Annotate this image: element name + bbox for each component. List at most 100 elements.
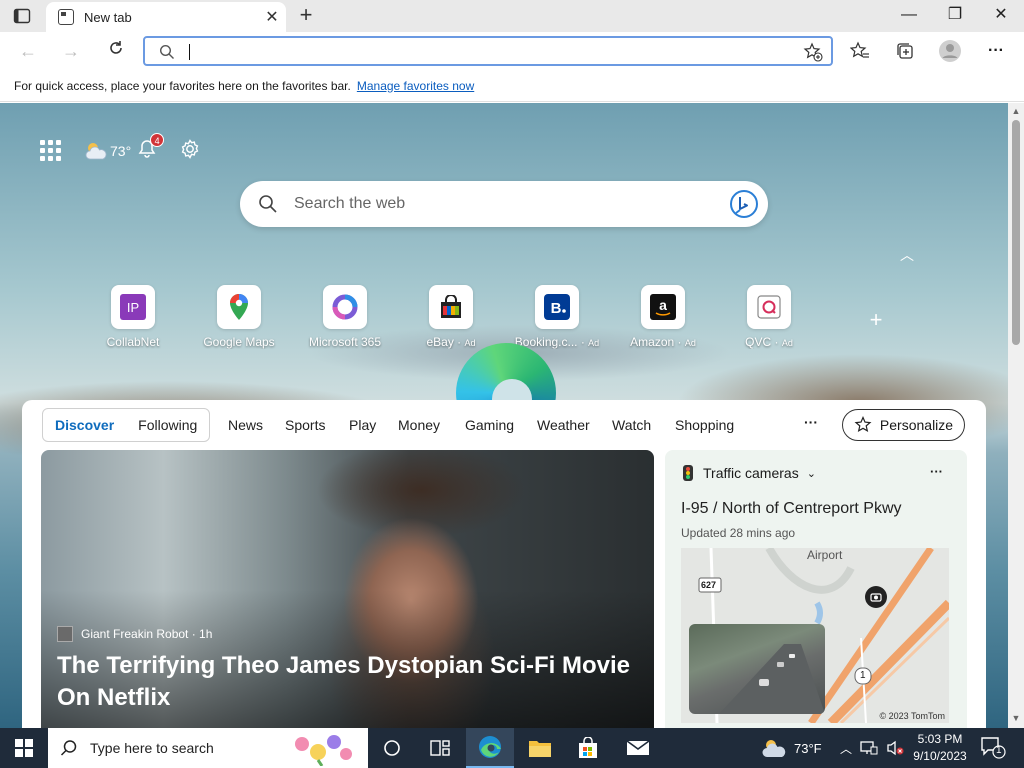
new-tab-button[interactable]: + — [294, 4, 318, 28]
traffic-more-icon[interactable]: ··· — [930, 464, 943, 479]
route-627-label: 627 — [701, 580, 717, 590]
quick-link-qvc[interactable]: QVC · Ad — [716, 285, 822, 349]
add-quick-link-button[interactable]: + — [866, 309, 886, 331]
profile-avatar-icon[interactable] — [938, 39, 962, 63]
scroll-down-icon[interactable]: ▼ — [1011, 713, 1021, 723]
close-window-button[interactable]: ✕ — [978, 0, 1024, 32]
start-button[interactable] — [0, 728, 48, 768]
action-center-button[interactable]: 1 — [980, 736, 1006, 760]
cloudy-weather-icon — [762, 740, 786, 757]
more-tabs-button[interactable]: ··· — [804, 414, 818, 430]
back-icon[interactable]: ← — [15, 38, 41, 64]
favorites-icon[interactable] — [848, 39, 872, 63]
camera-updated: Updated 28 mins ago — [681, 526, 796, 540]
address-input[interactable] — [191, 40, 751, 62]
camera-pin-icon[interactable] — [865, 586, 887, 608]
route-1-label: 1 — [860, 670, 866, 681]
tab-news[interactable]: News — [228, 417, 263, 433]
notifications-button[interactable]: 4 — [137, 133, 165, 162]
tab-new-tab[interactable]: New tab ✕ — [46, 2, 286, 32]
add-favorite-icon[interactable] — [803, 42, 823, 62]
notification-count-badge: 4 — [150, 133, 165, 147]
quick-link-google-maps[interactable]: Google Maps — [186, 285, 292, 349]
quick-link-label: Amazon — [630, 335, 675, 349]
tab-sports[interactable]: Sports — [285, 417, 325, 433]
quick-link-label: Google Maps — [203, 335, 275, 349]
quick-link-microsoft-365[interactable]: Microsoft 365 — [292, 285, 398, 349]
web-search-input[interactable] — [294, 193, 714, 215]
forward-icon[interactable]: → — [58, 38, 84, 64]
restore-button[interactable]: ❐ — [932, 0, 978, 32]
ebay-bag-icon — [441, 295, 461, 318]
taskbar-search[interactable] — [48, 728, 368, 768]
tray-weather[interactable]: 73°F — [760, 728, 822, 768]
camera-snapshot[interactable] — [689, 624, 825, 714]
tab-money[interactable]: Money — [398, 417, 440, 433]
quick-link-booking[interactable]: B Booking.c... · Ad — [504, 285, 610, 349]
ad-label: Ad — [684, 338, 696, 348]
title-bar: New tab ✕ + — ❐ ✕ — [0, 0, 1024, 32]
collabnet-logo-icon: IP — [120, 294, 146, 320]
page-settings-button[interactable] — [179, 138, 201, 163]
manage-favorites-link[interactable]: Manage favorites now — [357, 79, 474, 93]
tab-shopping[interactable]: Shopping — [675, 417, 734, 433]
collections-icon[interactable] — [893, 39, 917, 63]
hero-source: Giant Freakin Robot · 1h — [57, 626, 212, 642]
web-search-box[interactable] — [240, 181, 768, 227]
address-bar[interactable] — [143, 36, 833, 66]
search-icon — [259, 195, 277, 213]
task-view-button[interactable] — [416, 728, 464, 768]
taskbar-clock[interactable]: 5:03 PM 9/10/2023 — [906, 731, 974, 765]
tab-discover[interactable]: Discover — [55, 417, 114, 433]
network-icon[interactable] — [860, 741, 878, 755]
settings-more-icon[interactable]: ··· — [984, 39, 1008, 63]
clock-date: 9/10/2023 — [913, 749, 967, 763]
hero-source-text: Giant Freakin Robot · 1h — [81, 627, 213, 641]
tab-play[interactable]: Play — [349, 417, 376, 433]
toolbar: ← → ··· — [0, 32, 1024, 70]
tab-actions-icon[interactable] — [13, 7, 31, 25]
top-icons: 73° 4 — [40, 133, 201, 163]
tab-weather[interactable]: Weather — [537, 417, 590, 433]
quick-link-amazon[interactable]: a Amazon · Ad — [610, 285, 716, 349]
traffic-light-icon — [683, 465, 693, 481]
qvc-logo-icon — [757, 295, 781, 319]
personalize-button[interactable]: Personalize — [842, 409, 965, 441]
hero-article-card[interactable]: Giant Freakin Robot · 1h The Terrifying … — [41, 450, 654, 728]
show-hidden-icons-chevron-icon[interactable]: ︿ — [840, 740, 852, 757]
traffic-header[interactable]: Traffic cameras ⌄ — [681, 464, 816, 482]
cortana-button[interactable] — [368, 728, 416, 768]
weather-temp: 73° — [110, 142, 132, 159]
scroll-up-icon[interactable]: ▲ — [1011, 106, 1021, 116]
collapse-chevron-up-icon[interactable]: ︿ — [900, 245, 914, 265]
minimize-button[interactable]: — — [886, 0, 932, 32]
weather-widget[interactable]: 73° — [84, 140, 131, 162]
quick-link-collabnet[interactable]: IP CollabNet — [80, 285, 186, 349]
page-scrollbar[interactable]: ▲ ▼ — [1008, 103, 1024, 728]
tab-following[interactable]: Following — [138, 417, 197, 433]
publisher-logo-icon — [57, 626, 73, 642]
bing-chat-icon — [730, 190, 758, 218]
quick-link-ebay[interactable]: eBay · Ad — [398, 285, 504, 349]
apps-launcher-icon[interactable] — [40, 139, 62, 162]
refresh-icon[interactable] — [103, 38, 129, 64]
taskbar-store[interactable] — [564, 728, 612, 768]
volume-muted-icon[interactable] — [886, 740, 904, 756]
quick-link-label: eBay — [426, 335, 454, 349]
taskbar-edge[interactable] — [466, 728, 514, 768]
edge-icon — [479, 736, 501, 758]
tab-gaming[interactable]: Gaming — [465, 417, 514, 433]
quick-link-label: Microsoft 365 — [308, 335, 382, 349]
bing-chat-button[interactable] — [728, 188, 760, 220]
scrollbar-thumb[interactable] — [1012, 120, 1020, 345]
hero-headline[interactable]: The Terrifying Theo James Dystopian Sci-… — [57, 650, 647, 714]
taskbar-mail[interactable] — [614, 728, 662, 768]
highway-snapshot-image — [719, 644, 825, 714]
close-tab-icon[interactable]: ✕ — [258, 7, 286, 27]
taskbar-file-explorer[interactable] — [516, 728, 564, 768]
tab-watch[interactable]: Watch — [612, 417, 651, 433]
svg-text:a: a — [659, 297, 667, 313]
traffic-map[interactable]: 627 1 Airport © 2023 TomTom — [681, 548, 949, 723]
taskbar-search-input[interactable] — [90, 740, 290, 756]
partly-cloudy-icon — [85, 142, 107, 159]
